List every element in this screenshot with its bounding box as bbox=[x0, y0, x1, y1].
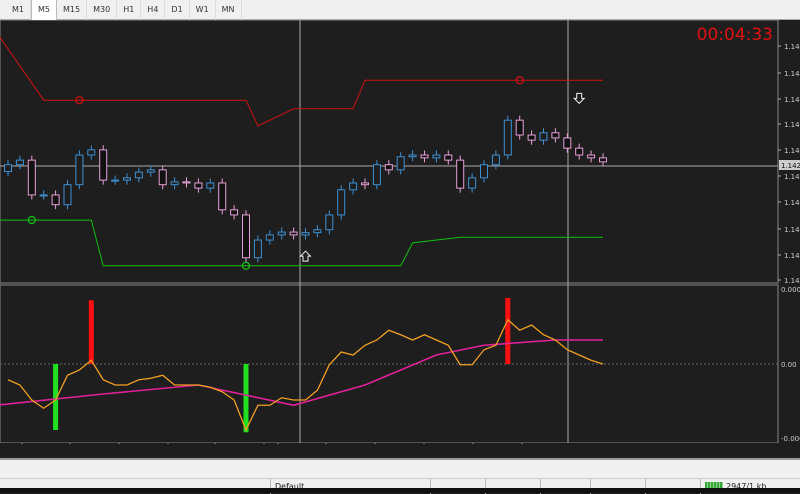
tab-m1[interactable]: M1 bbox=[6, 0, 31, 20]
candle-body bbox=[51, 194, 60, 206]
candle-body bbox=[111, 179, 120, 182]
main-pane bbox=[0, 19, 779, 284]
candle-body bbox=[63, 184, 72, 206]
candle-body bbox=[575, 147, 584, 156]
candle-body bbox=[182, 181, 191, 184]
tab-h4[interactable]: H4 bbox=[141, 0, 166, 20]
tab-m15[interactable]: M15 bbox=[57, 0, 88, 20]
candle-body bbox=[146, 169, 155, 173]
candle-body bbox=[563, 137, 572, 149]
chart-window[interactable]: 1.1443 1.1438 1.1434 1.1429 1.1425 1.1420 1.14… bbox=[0, 19, 800, 458]
candle-body bbox=[15, 159, 24, 166]
candle-body bbox=[349, 182, 358, 191]
candle bbox=[503, 115, 512, 160]
indicator-axis-label: 0.0000 bbox=[781, 286, 800, 294]
candle-body bbox=[515, 119, 524, 136]
candle bbox=[337, 185, 346, 220]
current-price-label: 1.1422 bbox=[781, 162, 800, 170]
price-label: 1.1407 bbox=[784, 252, 800, 260]
price-label: 1.1425 bbox=[784, 147, 800, 155]
taskbar bbox=[0, 488, 800, 493]
tab-m5[interactable]: M5 bbox=[31, 0, 57, 20]
candle-body bbox=[289, 231, 298, 236]
candle-body bbox=[456, 159, 465, 189]
candle-body bbox=[301, 232, 310, 236]
tab-w1[interactable]: W1 bbox=[190, 0, 216, 20]
candle-body bbox=[4, 164, 12, 173]
candle bbox=[372, 160, 381, 190]
chart-canvas[interactable]: 1.1443 1.1438 1.1434 1.1429 1.1425 1.1420 1.14… bbox=[0, 19, 800, 458]
candle-body bbox=[27, 159, 36, 196]
candle-body bbox=[218, 182, 227, 211]
candle-body bbox=[491, 154, 500, 166]
candle-body bbox=[396, 156, 405, 171]
tab-d1[interactable]: D1 bbox=[165, 0, 190, 20]
sell-signal-bar bbox=[88, 300, 94, 364]
candle-body bbox=[408, 154, 417, 158]
price-label: 1.1411 bbox=[784, 226, 800, 234]
candle-body bbox=[87, 149, 96, 156]
time-axis bbox=[0, 443, 800, 458]
candle-body bbox=[384, 164, 393, 171]
candle-body bbox=[170, 181, 179, 186]
candle-body bbox=[372, 164, 381, 186]
candle-body bbox=[527, 134, 536, 141]
candle-body bbox=[539, 132, 548, 141]
price-label: 1.1416 bbox=[784, 199, 800, 207]
tab-m30[interactable]: M30 bbox=[87, 0, 118, 20]
indicator-axis-label: -0.0000 bbox=[781, 435, 800, 443]
candle bbox=[218, 178, 227, 215]
indicator-axis-label: 0.00 bbox=[781, 361, 797, 369]
price-label: 1.1434 bbox=[784, 96, 800, 104]
candle-body bbox=[206, 182, 215, 189]
candle-body bbox=[444, 154, 453, 161]
candle bbox=[242, 210, 250, 263]
price-label: 1.1420 bbox=[784, 173, 800, 181]
candle-body bbox=[123, 177, 131, 181]
buy-signal-bar bbox=[243, 364, 249, 433]
sell-signal-bar bbox=[505, 298, 511, 364]
candle bbox=[27, 155, 36, 200]
candle-body bbox=[480, 164, 488, 179]
candle-body bbox=[99, 149, 108, 181]
candle-body bbox=[361, 182, 369, 186]
price-label: 1.1438 bbox=[784, 70, 800, 78]
candle bbox=[75, 150, 84, 190]
candle-body bbox=[313, 229, 322, 234]
candle-body bbox=[503, 119, 512, 156]
candle-body bbox=[158, 169, 167, 186]
candle-body bbox=[277, 231, 286, 236]
candle-body bbox=[265, 234, 274, 241]
price-label: 1.1429 bbox=[784, 121, 800, 129]
candle bbox=[456, 155, 465, 193]
candle-body bbox=[134, 171, 143, 179]
candle-body bbox=[599, 157, 607, 163]
candle-body bbox=[242, 214, 250, 259]
candle-body bbox=[432, 154, 441, 159]
candle-countdown: 00:04:33 bbox=[696, 25, 773, 45]
candle bbox=[99, 145, 108, 185]
candle-body bbox=[39, 194, 48, 197]
timeframe-toolbar: M1 M5 M15 M30 H1 H4 D1 W1 MN bbox=[0, 0, 800, 20]
tab-h1[interactable]: H1 bbox=[117, 0, 142, 20]
price-label: 1.1443 bbox=[784, 43, 800, 51]
candle-body bbox=[253, 239, 262, 259]
candle-body bbox=[230, 209, 239, 216]
candle-body bbox=[194, 182, 203, 189]
tab-mn[interactable]: MN bbox=[216, 0, 242, 20]
price-label: 1.1402 bbox=[784, 277, 800, 285]
candle-body bbox=[587, 154, 596, 159]
candle-body bbox=[325, 214, 334, 231]
candle bbox=[63, 180, 72, 210]
candle-body bbox=[468, 177, 477, 189]
candle-body bbox=[75, 154, 84, 186]
candle-body bbox=[337, 189, 346, 216]
candle-body bbox=[551, 132, 560, 139]
candle-body bbox=[420, 154, 429, 159]
